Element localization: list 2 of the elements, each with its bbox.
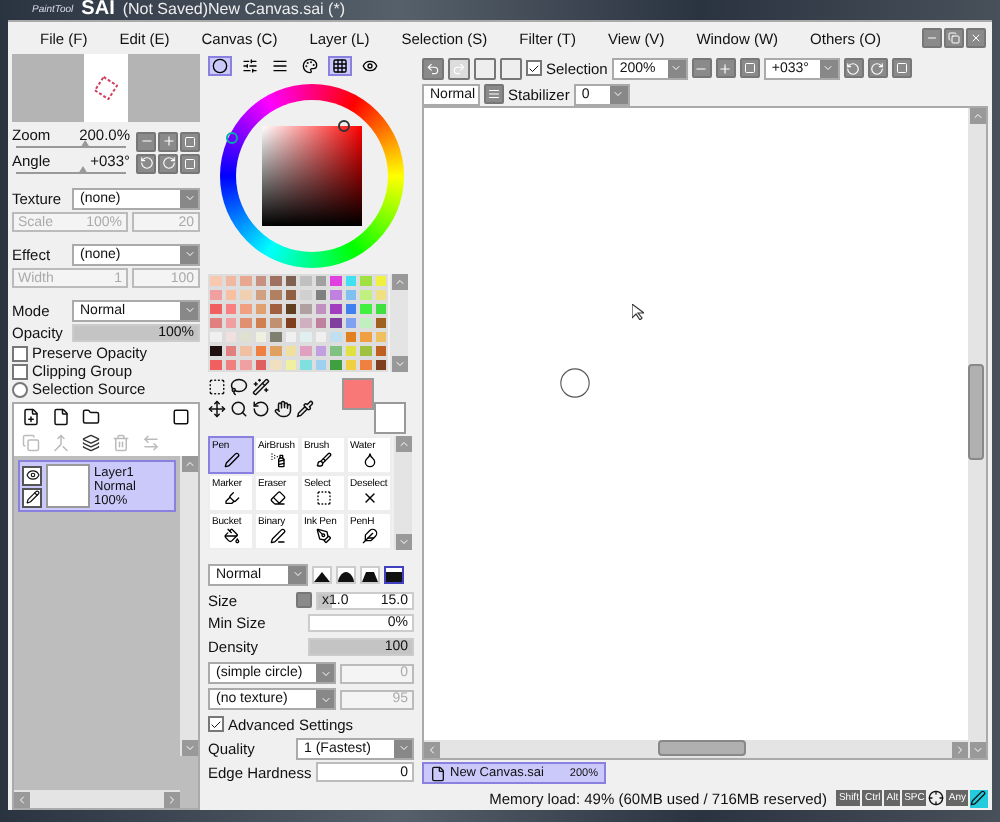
window-title: (Not Saved)New Canvas.sai (*) <box>122 0 345 20</box>
app-logo: SAI <box>81 0 115 20</box>
